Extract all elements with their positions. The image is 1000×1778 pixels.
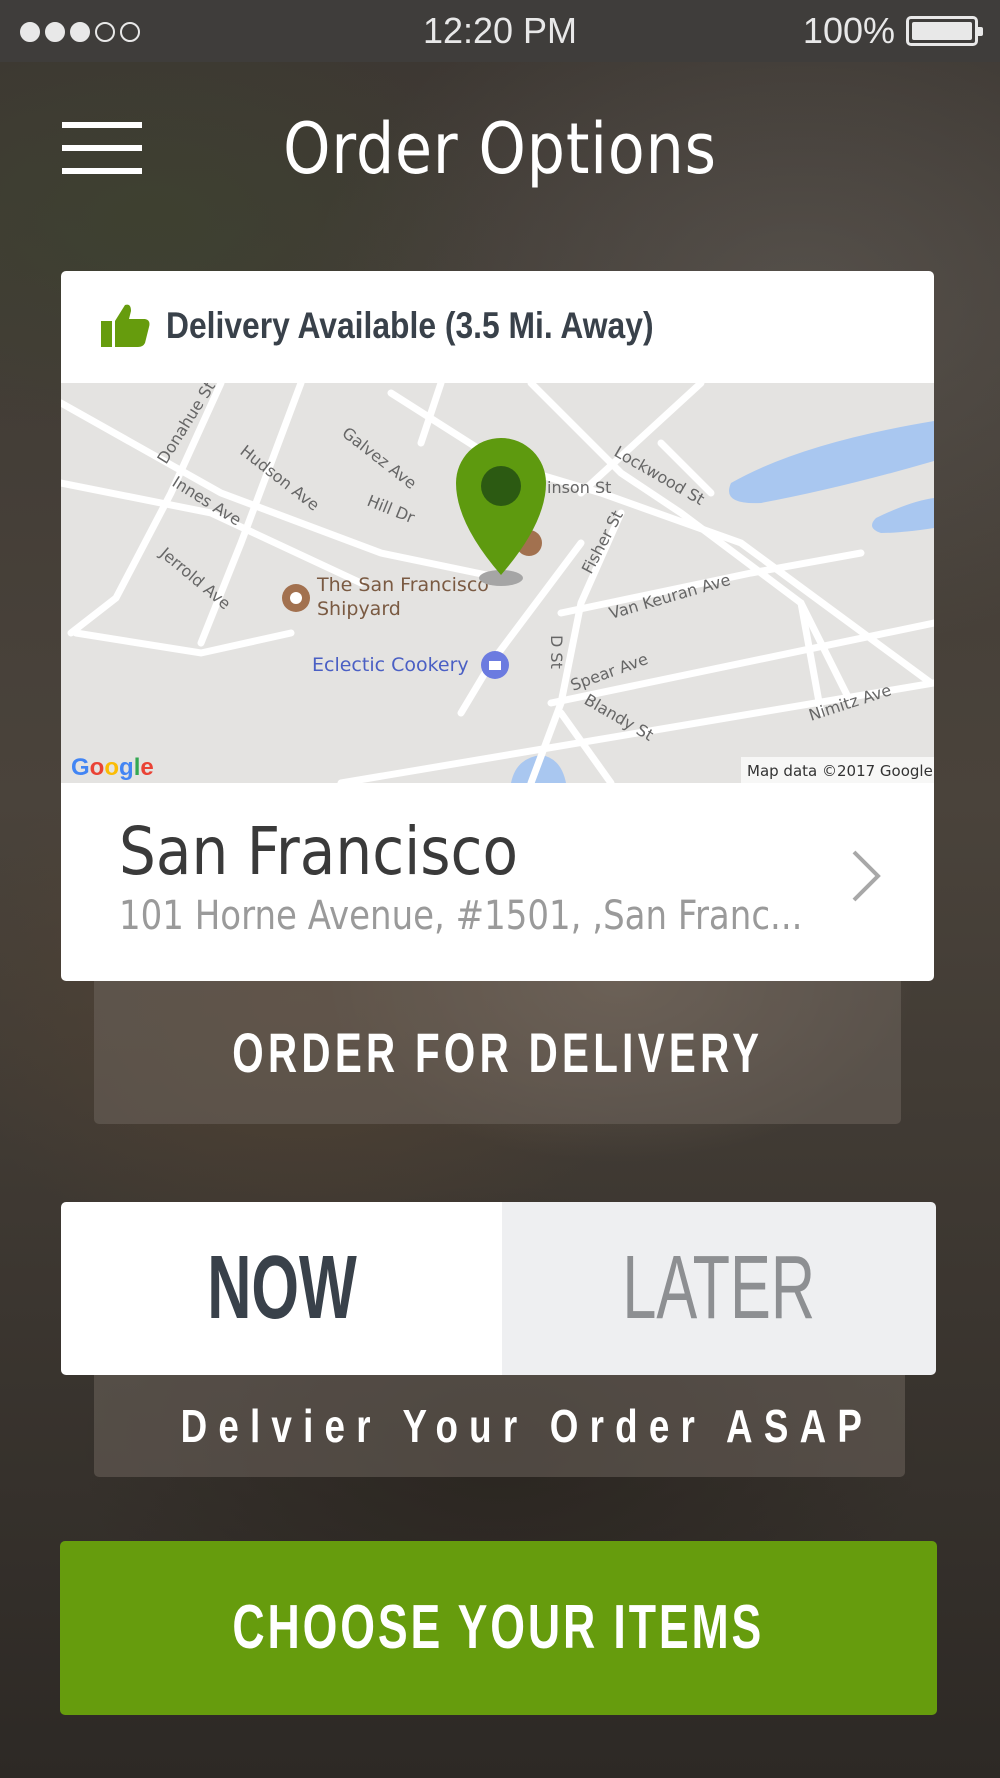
page-title: Order Options — [283, 108, 717, 190]
location-name: San Francisco — [119, 813, 518, 890]
choose-items-label: CHOOSE YOUR ITEMS — [232, 1593, 765, 1662]
tab-now-label: NOW — [206, 1238, 357, 1338]
tab-later-label: LATER — [622, 1238, 816, 1338]
timing-description: Delvier Your Order ASAP — [94, 1375, 905, 1477]
svg-text:Shipyard: Shipyard — [317, 598, 401, 620]
svg-text:inson St: inson St — [547, 478, 611, 497]
status-bar: 12:20 PM 100% — [0, 0, 1000, 62]
delivery-card: Delivery Available (3.5 Mi. Away) Donahu… — [61, 271, 934, 981]
battery-icon — [906, 16, 983, 46]
svg-text:Google: Google — [71, 754, 154, 781]
svg-text:Map data ©2017 Google: Map data ©2017 Google — [747, 762, 933, 780]
tab-now[interactable]: NOW — [61, 1202, 502, 1375]
delivery-status-text: Delivery Available (3.5 Mi. Away) — [166, 305, 654, 346]
svg-text:The San Francisco: The San Francisco — [316, 574, 489, 596]
battery-percent: 100% — [802, 10, 895, 51]
delivery-map[interactable]: Donahue St Galvez Ave Hudson Ave Innes A… — [61, 383, 934, 783]
timing-description-text: Delvier Your Order ASAP — [180, 1400, 874, 1452]
tab-later[interactable]: LATER — [502, 1202, 936, 1375]
order-for-delivery-label: ORDER FOR DELIVERY — [231, 1021, 764, 1084]
delivery-location-row[interactable]: San Francisco 101 Horne Avenue, #1501, ,… — [61, 783, 934, 981]
order-for-delivery-button[interactable]: ORDER FOR DELIVERY — [94, 981, 901, 1124]
choose-items-button[interactable]: CHOOSE YOUR ITEMS — [60, 1541, 937, 1715]
chevron-right-icon — [852, 850, 881, 902]
timing-toggle: NOW LATER — [61, 1202, 936, 1375]
svg-text:D St: D St — [547, 635, 566, 669]
svg-text:Eclectic Cookery: Eclectic Cookery — [312, 654, 469, 676]
delivery-status-header: Delivery Available (3.5 Mi. Away) — [61, 271, 934, 383]
thumbs-up-icon — [101, 304, 150, 347]
location-address: 101 Horne Avenue, #1501, ,San Franc... — [119, 893, 803, 939]
